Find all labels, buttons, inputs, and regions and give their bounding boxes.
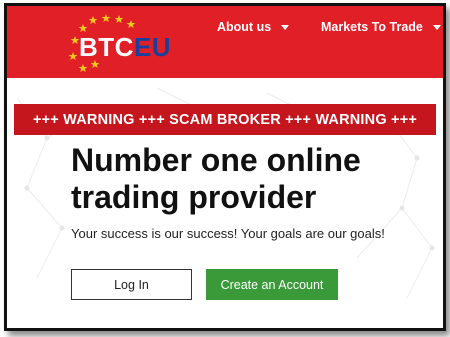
hero-headline: Number one online trading provider (71, 142, 431, 216)
logo-text: BTCEU (79, 34, 171, 60)
brand-logo[interactable]: BTCEU (65, 12, 175, 76)
page-frame: BTCEU About us Markets To Trade +++ WARN… (4, 3, 446, 331)
scam-warning-banner: +++ WARNING +++ SCAM BROKER +++ WARNING … (14, 104, 436, 135)
chevron-down-icon (281, 24, 290, 30)
nav-markets-label: Markets To Trade (321, 20, 423, 34)
logo-btc-text: BTC (79, 32, 134, 62)
create-account-button[interactable]: Create an Account (206, 269, 338, 300)
login-button[interactable]: Log In (71, 269, 192, 300)
hero-subtext: Your success is our success! Your goals … (71, 226, 385, 241)
chevron-down-icon (432, 24, 441, 30)
headline-line-1: Number one online (71, 142, 361, 178)
site-header: BTCEU About us Markets To Trade (7, 6, 443, 78)
nav-about-us[interactable]: About us (217, 20, 290, 34)
headline-line-2: trading provider (71, 179, 317, 215)
nav-about-label: About us (217, 20, 272, 34)
nav-markets-to-trade[interactable]: Markets To Trade (321, 20, 441, 34)
logo-eu-text: EU (133, 32, 172, 62)
